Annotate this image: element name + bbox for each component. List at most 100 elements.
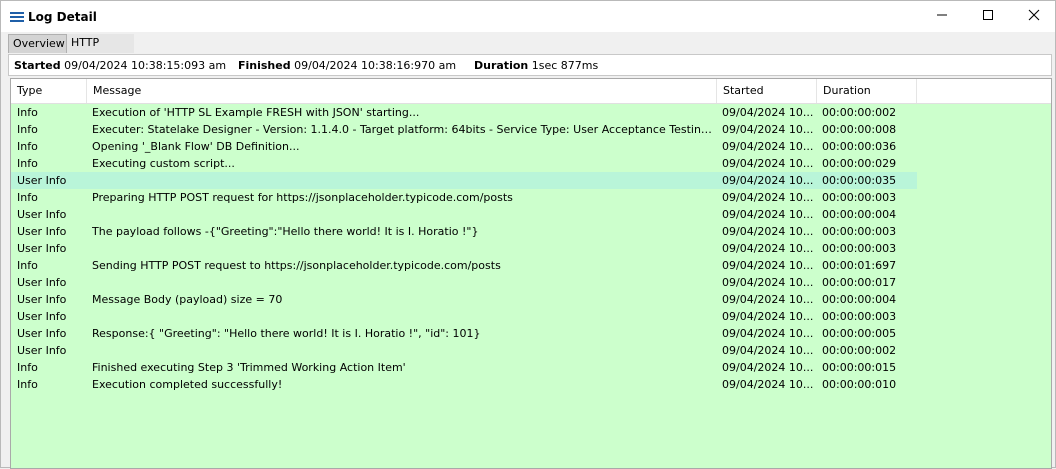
cell-started: 09/04/2024 10...: [722, 225, 814, 238]
cell-type: User Info: [17, 344, 67, 357]
cell-type: Info: [17, 140, 38, 153]
cell-type: User Info: [17, 293, 67, 306]
close-button[interactable]: [1011, 1, 1056, 32]
cell-message: Executing custom script...: [92, 157, 235, 170]
cell-duration: 00:00:00:002: [822, 344, 897, 357]
cell-message: Message Body (payload) size = 70: [92, 293, 283, 306]
cell-duration: 00:00:00:003: [822, 242, 897, 255]
minimize-icon: [936, 9, 948, 24]
table-row[interactable]: User Info Response:{ "Greeting": "Hello t…: [11, 325, 1051, 342]
cell-type: User Info: [17, 242, 67, 255]
cell-type: User Info: [17, 208, 67, 221]
table-row[interactable]: Info Opening '_Blank Flow' DB Definition.…: [11, 138, 1051, 155]
cell-message: [92, 308, 714, 325]
cell-started: 09/04/2024 10...: [722, 259, 814, 272]
cell-duration: 00:00:00:003: [822, 191, 897, 204]
cell-type: Info: [17, 259, 38, 272]
cell-message: The payload follows -{"Greeting":"Hello …: [92, 225, 479, 238]
cell-duration: 00:00:00:005: [822, 327, 897, 340]
summary-finished: Finished 09/04/2024 10:38:16:970 am: [238, 59, 456, 72]
table-row[interactable]: Info Execution completed successfully! 09/…: [11, 376, 1051, 393]
cell-duration: 00:00:00:010: [822, 378, 897, 391]
cell-message: [92, 240, 714, 257]
cell-duration: 00:00:00:004: [822, 208, 897, 221]
table-row[interactable]: User Info 09/04/2024 10... 00:00:00:004: [11, 206, 1051, 223]
cell-message: Executer: Statelake Designer - Version: …: [92, 123, 714, 136]
column-header-started[interactable]: Started: [717, 79, 817, 103]
table-row[interactable]: User Info Message Body (payload) size = 7…: [11, 291, 1051, 308]
cell-message: Sending HTTP POST request to https://jso…: [92, 259, 501, 272]
table-row[interactable]: Info Preparing HTTP POST request for http…: [11, 189, 1051, 206]
cell-started: 09/04/2024 10...: [722, 327, 814, 340]
cell-message: Opening '_Blank Flow' DB Definition...: [92, 140, 300, 153]
cell-duration: 00:00:00:015: [822, 361, 897, 374]
cell-type: Info: [17, 106, 38, 119]
tab-overview[interactable]: Overview: [8, 34, 67, 53]
cell-type: Info: [17, 361, 38, 374]
cell-type: Info: [17, 191, 38, 204]
cell-duration: 00:00:00:004: [822, 293, 897, 306]
tab-http-trace[interactable]: HTTP Trace: [67, 34, 134, 67]
cell-duration: 00:00:00:008: [822, 123, 897, 136]
cell-message: Preparing HTTP POST request for https://…: [92, 191, 513, 204]
column-header-type[interactable]: Type: [11, 79, 87, 103]
cell-started: 09/04/2024 10...: [722, 191, 814, 204]
cell-duration: 00:00:00:003: [822, 225, 897, 238]
cell-duration: 00:00:00:017: [822, 276, 897, 289]
summary-duration: Duration 1sec 877ms: [474, 59, 598, 72]
cell-duration: 00:00:00:035: [822, 174, 897, 187]
cell-started: 09/04/2024 10...: [722, 310, 814, 323]
cell-message: [92, 206, 714, 223]
summary-bar: Started 09/04/2024 10:38:15:093 am Finis…: [8, 54, 1052, 76]
duration-value: 1sec 877ms: [531, 59, 599, 72]
cell-started: 09/04/2024 10...: [722, 140, 814, 153]
cell-type: Info: [17, 378, 38, 391]
cell-type: Info: [17, 157, 38, 170]
finished-value: 09/04/2024 10:38:16:970 am: [294, 59, 457, 72]
maximize-button[interactable]: [965, 1, 1011, 32]
table-row[interactable]: Info Finished executing Step 3 'Trimmed W…: [11, 359, 1051, 376]
table-row[interactable]: Info Execution of 'HTTP SL Example FRESH …: [11, 104, 1051, 121]
cell-message: [92, 342, 714, 359]
log-grid[interactable]: Type Message Started Duration Info Execut…: [10, 78, 1052, 469]
cell-duration: 00:00:00:029: [822, 157, 897, 170]
table-row[interactable]: User Info 09/04/2024 10... 00:00:00:002: [11, 342, 1051, 359]
cell-message: Response:{ "Greeting": "Hello there worl…: [92, 327, 481, 340]
cell-type: User Info: [17, 310, 67, 323]
column-header-message[interactable]: Message: [87, 79, 717, 103]
log-detail-window: Log Detail Overview HTTP Trace: [0, 0, 1056, 469]
minimize-button[interactable]: [919, 1, 965, 32]
cell-message: [92, 274, 714, 291]
cell-started: 09/04/2024 10...: [722, 123, 814, 136]
table-row[interactable]: Info Executing custom script... 09/04/2024…: [11, 155, 1051, 172]
table-row[interactable]: User Info The payload follows -{"Greeting…: [11, 223, 1051, 240]
cell-message: [92, 172, 714, 189]
cell-type: User Info: [17, 276, 67, 289]
maximize-icon: [982, 9, 994, 24]
cell-started: 09/04/2024 10...: [722, 174, 814, 187]
cell-started: 09/04/2024 10...: [722, 378, 814, 391]
tab-label: Overview: [13, 37, 65, 50]
cell-type: Info: [17, 123, 38, 136]
cell-started: 09/04/2024 10...: [722, 344, 814, 357]
table-row[interactable]: User Info 09/04/2024 10... 00:00:00:003: [11, 240, 1051, 257]
column-header-duration[interactable]: Duration: [817, 79, 917, 103]
table-row[interactable]: Info Executer: Statelake Designer - Versi…: [11, 121, 1051, 138]
table-row[interactable]: User Info 09/04/2024 10... 00:00:00:017: [11, 274, 1051, 291]
cell-started: 09/04/2024 10...: [722, 293, 814, 306]
list-icon: [10, 11, 24, 23]
table-row[interactable]: User Info 09/04/2024 10... 00:00:00:003: [11, 308, 1051, 325]
cell-duration: 00:00:01:697: [822, 259, 897, 272]
title-bar[interactable]: Log Detail: [1, 1, 1055, 32]
cell-started: 09/04/2024 10...: [722, 157, 814, 170]
table-row[interactable]: User Info 09/04/2024 10... 00:00:00:035: [11, 172, 1051, 189]
cell-duration: 00:00:00:003: [822, 310, 897, 323]
started-label: Started: [14, 59, 61, 72]
window-title: Log Detail: [28, 10, 97, 24]
table-row[interactable]: Info Sending HTTP POST request to https:/…: [11, 257, 1051, 274]
cell-message: Execution of 'HTTP SL Example FRESH with…: [92, 106, 420, 119]
cell-started: 09/04/2024 10...: [722, 276, 814, 289]
grid-header: Type Message Started Duration: [11, 79, 1051, 104]
cell-started: 09/04/2024 10...: [722, 106, 814, 119]
duration-label: Duration: [474, 59, 529, 72]
